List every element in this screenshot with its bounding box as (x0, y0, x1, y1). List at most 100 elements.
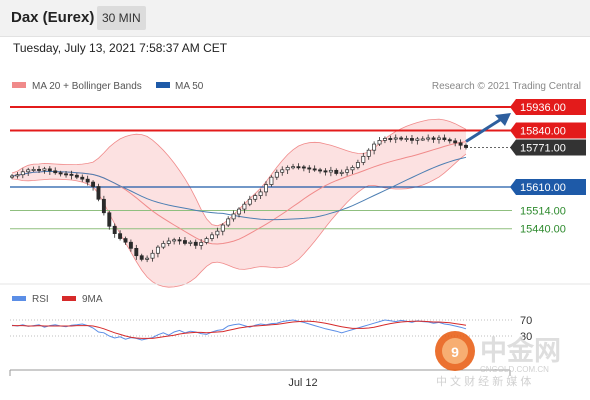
candle-body (31, 168, 36, 171)
support-label: 15514.00 (520, 206, 566, 218)
candle-body (74, 174, 79, 178)
watermark-tagline: 中 文 财 经 新 媒 体 (436, 374, 531, 388)
candle-body (69, 173, 74, 176)
candle-body (426, 137, 431, 140)
candle-body (155, 246, 160, 254)
watermark-logo-glyph: 9 (451, 344, 459, 360)
ma50-legend-swatch (156, 82, 170, 88)
candle-body (291, 166, 295, 169)
candle-body (210, 234, 214, 239)
candle-body (464, 144, 468, 148)
candle-body (215, 230, 220, 236)
candle-body (242, 203, 247, 210)
rsi-legend-label: RSI (32, 294, 49, 305)
support-label: 15440.00 (520, 224, 566, 236)
candle-body (150, 252, 155, 259)
bollinger-legend-label: MA 20 + Bollinger Bands (32, 81, 142, 92)
candle-body (318, 169, 323, 172)
candle-body (393, 137, 398, 140)
candle-body (85, 178, 90, 183)
candle-body (355, 162, 360, 168)
bollinger-bands (11, 118, 467, 288)
level-tag-label: 15840.00 (520, 126, 566, 138)
candle-body (447, 139, 452, 142)
candle-body (226, 218, 231, 226)
candle-body (377, 140, 382, 145)
candle-body (350, 167, 355, 171)
forecast-arrow (465, 113, 511, 143)
rsi-line (11, 319, 467, 341)
candle-body (123, 238, 128, 243)
candle-body (274, 171, 279, 178)
candle-body (458, 142, 463, 146)
candle-body (388, 138, 393, 140)
candle-body (437, 137, 441, 140)
credit-text: Research © 2021 Trading Central (432, 81, 581, 92)
ma50-legend-label: MA 50 (175, 81, 204, 92)
candle-body (312, 168, 317, 171)
rsi-level-label: 70 (520, 315, 532, 327)
candle-body (323, 170, 328, 173)
candle-body (204, 238, 209, 243)
instrument-title: Dax (Eurex) (11, 9, 95, 26)
candle-body (264, 184, 268, 193)
candle-body (339, 171, 344, 174)
timestamp: Tuesday, July 13, 2021 7:58:37 AM CET (13, 41, 228, 55)
candle-body (199, 242, 204, 246)
candle-body (91, 181, 96, 187)
level-tag-label: 15610.00 (520, 182, 566, 194)
candle-body (442, 137, 447, 140)
candle-body (139, 255, 144, 260)
level-tag-label: 15936.00 (520, 102, 566, 114)
level-tag-label: 15771.00 (520, 142, 566, 154)
candle-body (145, 257, 150, 260)
candle-body (193, 241, 198, 246)
candle-body (431, 137, 436, 140)
candle-body (420, 138, 425, 141)
candle-body (172, 239, 177, 242)
chart-header: Dax (Eurex) 30 MIN (0, 0, 590, 37)
candle-body (15, 174, 20, 177)
timeframe-badge[interactable]: 30 MIN (97, 6, 146, 30)
candle-body (128, 241, 133, 249)
candle-body (253, 195, 258, 200)
candle-body (118, 233, 123, 239)
candle-body (20, 171, 25, 176)
candle-body (237, 208, 241, 215)
candle-body (345, 169, 350, 173)
candle-body (10, 175, 14, 178)
watermark-domain: CNGOLD.COM.CN (480, 365, 549, 374)
candle-body (96, 186, 101, 200)
candle-body (64, 173, 68, 176)
candle-body (107, 212, 112, 227)
candle-body (399, 137, 404, 140)
forecast-arrow-head (495, 113, 511, 126)
candle-body (328, 169, 333, 173)
rsi-ma-legend-label: 9MA (82, 294, 103, 305)
candle-body (334, 169, 339, 174)
candle-body (161, 243, 166, 248)
candle-body (258, 191, 263, 196)
candle-body (301, 166, 306, 169)
candle-body (382, 138, 387, 141)
candle-body (361, 155, 366, 163)
candle-body (415, 138, 420, 141)
bollinger-band-fill (12, 119, 466, 288)
candle-body (410, 138, 414, 141)
chart-panel: MA 20 + Bollinger Bands MA 50 Research ©… (0, 81, 590, 389)
candle-body (166, 240, 171, 244)
watermark-brand: 中金网 (480, 335, 561, 366)
rsi-legend-swatch (12, 296, 26, 301)
candle-body (134, 247, 139, 257)
candle-body (112, 225, 117, 234)
rsi-ma-legend-swatch (62, 296, 76, 301)
price-level-labels: 15936.00 15840.00 15771.00 15610.00 15514.00… (510, 99, 586, 236)
candle-body (177, 239, 182, 242)
candle-body (53, 170, 58, 174)
candle-body (47, 168, 52, 172)
candle-body (453, 140, 458, 144)
candle-body (220, 224, 225, 232)
price-legend: MA 20 + Bollinger Bands MA 50 (12, 81, 204, 92)
candle-body (26, 169, 31, 173)
rsi-legend: RSI 9MA (12, 294, 103, 305)
